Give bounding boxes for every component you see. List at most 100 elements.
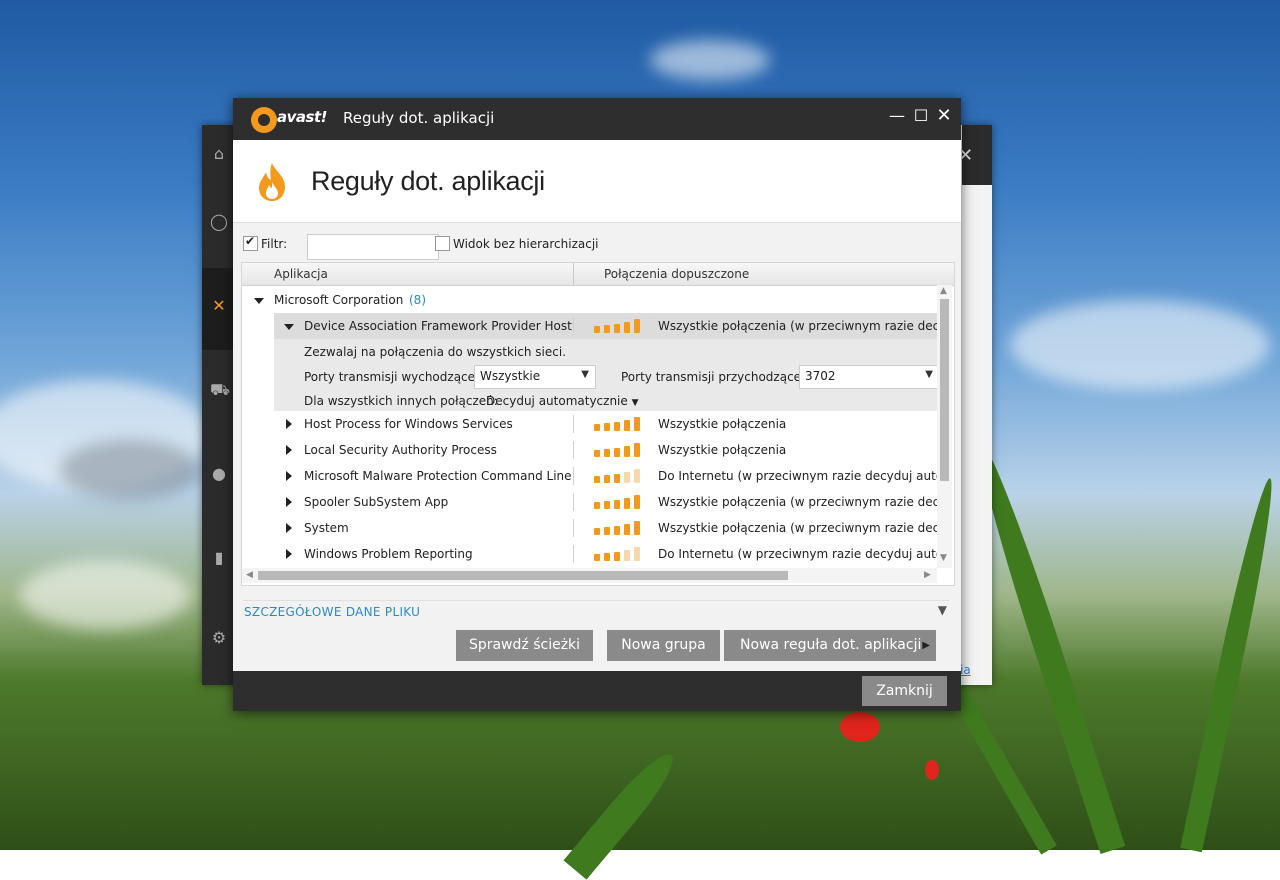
new-rule-label: Nowa reguła dot. aplikacji	[740, 637, 922, 653]
column-header-application[interactable]: Aplikacja	[274, 267, 328, 281]
new-group-button[interactable]: Nowa grupa	[607, 630, 720, 661]
minimize-icon[interactable]: —	[887, 106, 907, 126]
horizontal-scroll-thumb[interactable]	[258, 571, 788, 580]
table-row[interactable]: Local Security Authority Process Wszystki…	[274, 437, 938, 463]
connection-rule[interactable]: Wszystkie połączenia (w przeciwnym razie…	[658, 521, 938, 535]
connection-rule[interactable]: Do Internetu (w przeciwnym razie decyduj…	[658, 469, 938, 483]
dropdown-arrow-icon[interactable]: ▶	[922, 630, 930, 661]
allow-networks-text[interactable]: Zezwalaj na połączenia do wszystkich sie…	[304, 345, 566, 359]
level-bar	[604, 475, 610, 483]
settings-gear-icon[interactable]: ⚙	[210, 629, 228, 647]
horizontal-scrollbar[interactable]: ◀ ▶	[242, 568, 937, 583]
outgoing-ports-label: Porty transmisji wychodzącej:	[304, 370, 483, 384]
connection-level-bars[interactable]	[594, 319, 644, 333]
cell-separator	[573, 441, 574, 459]
filter-input[interactable]	[307, 234, 439, 260]
avast-logo: avast!	[249, 105, 331, 133]
scroll-down-icon[interactable]: ▼	[940, 553, 947, 563]
home-icon[interactable]: ⌂	[210, 145, 228, 163]
connection-rule[interactable]: Wszystkie połączenia	[658, 417, 938, 431]
scroll-up-icon[interactable]: ▲	[940, 286, 947, 296]
connection-level-bars[interactable]	[594, 521, 644, 535]
vertical-scrollbar[interactable]: ▲ ▼	[937, 285, 952, 568]
level-bar	[614, 474, 620, 483]
expand-arrow-icon[interactable]	[286, 471, 292, 481]
connection-rule[interactable]: Do Internetu (w przeciwnym razie decyduj…	[658, 547, 938, 561]
other-connections-select[interactable]: Decyduj automatycznie ▼	[486, 394, 639, 408]
level-bar	[624, 472, 630, 483]
connection-rule[interactable]: Wszystkie połączenia (w przeciwnym razie…	[658, 495, 938, 509]
expand-arrow-icon[interactable]	[286, 497, 292, 507]
connection-level-bars[interactable]	[594, 495, 644, 509]
table-row[interactable]: Windows Problem Reporting Do Internetu (w…	[274, 541, 938, 567]
group-row[interactable]: Microsoft Corporation (8)	[242, 287, 938, 313]
level-bar	[634, 319, 640, 333]
chevron-down-icon: ▼	[925, 369, 933, 380]
connection-rule[interactable]: Wszystkie połączenia	[658, 443, 938, 457]
scroll-left-icon[interactable]: ◀	[246, 570, 253, 580]
connection-rule[interactable]: Wszystkie połączenia (w przeciwnym razie…	[658, 319, 938, 333]
close-icon[interactable]: ✕	[934, 106, 954, 126]
outgoing-ports-select[interactable]: Wszystkie ▼	[474, 365, 596, 389]
level-bar	[604, 527, 610, 535]
chevron-down-icon: ▼	[631, 398, 639, 408]
column-header-connections[interactable]: Połączenia dopuszczone	[604, 267, 749, 281]
connection-level-bars[interactable]	[594, 443, 644, 457]
connection-level-bars[interactable]	[594, 469, 644, 483]
flat-view-checkbox[interactable]	[435, 236, 450, 251]
level-bar	[624, 498, 630, 509]
connection-level-bars[interactable]	[594, 547, 644, 561]
incoming-ports-select[interactable]: 3702 ▼	[799, 365, 940, 389]
level-bar	[594, 450, 600, 457]
brand-name: avast!	[277, 108, 327, 126]
app-name: Microsoft Malware Protection Command Lin…	[304, 469, 572, 483]
scroll-right-icon[interactable]: ▶	[924, 570, 931, 580]
connection-level-bars[interactable]	[594, 417, 644, 431]
column-separator[interactable]	[573, 263, 574, 285]
filter-checkbox[interactable]	[243, 234, 258, 251]
new-rule-button[interactable]: Nowa reguła dot. aplikacji ▶	[724, 630, 936, 661]
expand-arrow-icon[interactable]	[286, 419, 292, 429]
store-cart-icon[interactable]: ⛟	[210, 381, 230, 399]
page-title: Reguły dot. aplikacji	[311, 166, 545, 196]
dialog-footer: Zamknij	[233, 671, 961, 711]
incoming-ports-label: Porty transmisji przychodzącej:	[621, 370, 809, 384]
group-count: (8)	[409, 293, 426, 307]
app-name: Host Process for Windows Services	[304, 417, 513, 431]
check-paths-button[interactable]: Sprawdź ścieżki	[456, 630, 593, 661]
expand-arrow-icon[interactable]	[286, 445, 292, 455]
level-bar	[634, 521, 640, 535]
level-bar	[624, 420, 630, 431]
file-details-toggle[interactable]: SZCZEGÓŁOWE DANE PLIKU ▼	[243, 600, 949, 621]
cell-separator	[573, 493, 574, 511]
collapse-arrow-icon[interactable]	[254, 298, 264, 304]
table-row-expanded[interactable]: Device Association Framework Provider Ho…	[274, 313, 938, 339]
table-row[interactable]: Spooler SubSystem App Wszystkie połączeni…	[274, 489, 938, 515]
main-sidebar: ⌂ ◯ ✕ ⛟ ● ▮ ⚙	[202, 125, 234, 685]
main-link-fragment[interactable]: ia	[960, 663, 971, 677]
cell-separator	[573, 415, 574, 433]
table-row[interactable]: System Wszystkie połączenia (w przeciwnym…	[274, 515, 938, 541]
level-bar	[604, 423, 610, 431]
table-row[interactable]: Microsoft Malware Protection Command Lin…	[274, 463, 938, 489]
cell-separator	[573, 519, 574, 537]
close-button[interactable]: Zamknij	[862, 676, 947, 706]
account-icon[interactable]: ●	[210, 465, 228, 483]
table-row[interactable]: Host Process for Windows Services Wszystk…	[274, 411, 938, 437]
level-bar	[604, 501, 610, 509]
app-name: Spooler SubSystem App	[304, 495, 449, 509]
level-bar	[624, 446, 630, 457]
app-rules-table: Aplikacja Połączenia dopuszczone Microso…	[241, 262, 955, 586]
level-bar	[614, 448, 620, 457]
outgoing-ports-value: Wszystkie	[480, 369, 541, 383]
scan-icon[interactable]: ◯	[210, 213, 228, 231]
collapse-arrow-icon[interactable]	[284, 324, 294, 330]
expand-arrow-icon[interactable]	[286, 523, 292, 533]
level-bar	[604, 553, 610, 561]
tools-icon[interactable]: ✕	[210, 297, 228, 315]
vertical-scroll-thumb[interactable]	[940, 299, 949, 481]
stats-icon[interactable]: ▮	[210, 549, 228, 567]
expand-arrow-icon[interactable]	[286, 549, 292, 559]
maximize-icon[interactable]: ☐	[911, 106, 931, 126]
level-bar	[624, 550, 630, 561]
